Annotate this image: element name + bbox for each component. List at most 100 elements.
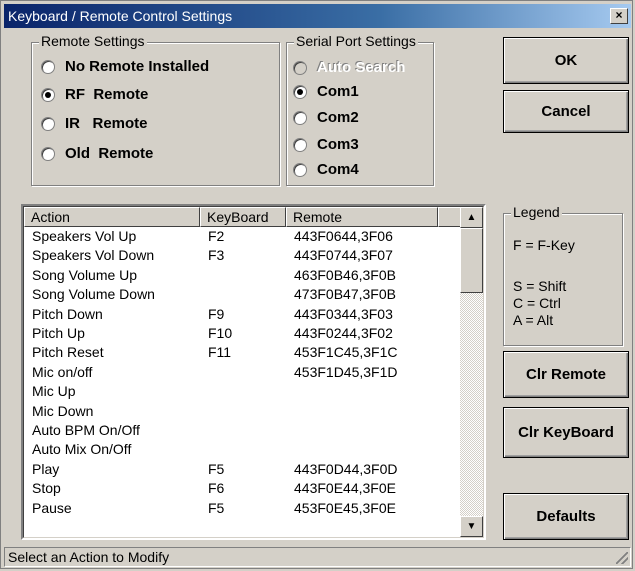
cell-action: Song Volume Up (32, 266, 138, 283)
radio-label: Com4 (317, 161, 359, 178)
ok-button[interactable]: OK (503, 37, 629, 84)
action-list[interactable]: Action KeyBoard Remote Speakers Vol Up F2… (21, 204, 486, 540)
table-row[interactable]: Stop F6 443F0E44,3F0E (24, 479, 462, 498)
radio-com4[interactable]: Com4 (293, 161, 359, 178)
table-row[interactable]: Pitch Down F9 443F0344,3F03 (24, 305, 462, 324)
radio-label: RF Remote (65, 86, 149, 103)
cell-remote: 443F0744,3F07 (294, 247, 393, 264)
radio-label: Auto Search (317, 59, 406, 76)
status-text: Select an Action to Modify (8, 549, 170, 565)
radio-no-remote[interactable]: No Remote Installed (41, 58, 209, 75)
table-row[interactable]: Pause F5 453F0E45,3F0E (24, 499, 462, 518)
legend-shift: S = Shift (513, 278, 567, 294)
table-row[interactable]: Mic Up (24, 382, 462, 401)
radio-circle (41, 59, 55, 74)
cell-action: Speakers Vol Up (32, 228, 137, 244)
table-row[interactable]: Mic on/off 453F1D45,3F1D (24, 363, 462, 382)
legend-alt: A = Alt (513, 312, 554, 328)
cell-remote: 463F0B46,3F0B (294, 266, 396, 283)
cell-remote: 443F0244,3F02 (294, 325, 393, 341)
settings-window: Keyboard / Remote Control Settings × Rem… (0, 0, 633, 569)
cell-remote: 453F0E45,3F0E (294, 499, 396, 516)
cell-action: Pause (32, 499, 72, 516)
legend-ctrl: C = Ctrl (513, 295, 561, 311)
radio-com2[interactable]: Com2 (293, 109, 359, 126)
cell-keyboard: F5 (208, 460, 225, 477)
cell-remote: 443F0344,3F03 (294, 305, 393, 322)
cell-action: Play (32, 460, 60, 477)
table-row[interactable]: Speakers Vol Up F2 443F0644,3F06 (24, 227, 462, 246)
radio-ir-remote[interactable]: IR Remote (41, 115, 148, 132)
cell-keyboard: F5 (208, 499, 225, 516)
cell-remote: 453F1C45,3F1C (294, 344, 398, 361)
scroll-up-button[interactable]: ▲ (460, 207, 483, 228)
radio-com3[interactable]: Com3 (293, 136, 359, 153)
radio-circle (41, 146, 55, 161)
radio-label: Old Remote (65, 145, 154, 162)
table-row[interactable]: Auto BPM On/Off (24, 421, 462, 440)
scroll-down-button[interactable]: ▼ (460, 516, 483, 537)
cell-keyboard: F11 (208, 344, 232, 361)
radio-circle (41, 116, 55, 131)
radio-label: Com3 (317, 136, 359, 153)
table-row[interactable]: Play F5 443F0D44,3F0D (24, 460, 462, 479)
window-title: Keyboard / Remote Control Settings (8, 8, 233, 24)
remote-settings-label: Remote Settings (39, 33, 147, 49)
radio-circle (293, 137, 307, 152)
cell-remote: 473F0B47,3F0B (294, 286, 396, 303)
radio-label: Com2 (317, 109, 359, 126)
cancel-button[interactable]: Cancel (503, 90, 629, 133)
cell-keyboard: F6 (208, 480, 225, 497)
cell-action: Stop (32, 480, 61, 497)
cell-action: Mic Down (32, 402, 94, 419)
close-button[interactable]: × (610, 8, 628, 24)
cell-action: Pitch Down (32, 305, 103, 322)
table-row[interactable]: Pitch Up F10 443F0244,3F02 (24, 324, 462, 343)
table-row[interactable]: Song Volume Up 463F0B46,3F0B (24, 266, 462, 285)
column-header-remote[interactable]: Remote (286, 207, 438, 227)
resize-grip-icon[interactable] (616, 552, 628, 564)
cell-remote: 443F0E44,3F0E (294, 480, 396, 497)
radio-auto-search: Auto Search (293, 59, 405, 76)
cell-remote: 443F0644,3F06 (294, 228, 393, 244)
cell-remote: 453F1D45,3F1D (294, 363, 398, 380)
status-bar: Select an Action to Modify (4, 547, 631, 567)
cell-action: Speakers Vol Down (32, 247, 155, 264)
radio-old-remote[interactable]: Old Remote (41, 145, 153, 162)
table-row[interactable]: Speakers Vol Down F3 443F0744,3F07 (24, 246, 462, 265)
cell-action: Mic Up (32, 383, 76, 400)
table-row[interactable]: Song Volume Down 473F0B47,3F0B (24, 285, 462, 304)
radio-label: No Remote Installed (65, 58, 210, 75)
cell-action: Pitch Reset (32, 344, 104, 361)
legend-label: Legend (511, 204, 562, 220)
radio-label: Com1 (317, 83, 359, 100)
cell-action: Song Volume Down (32, 286, 155, 303)
radio-rf-remote[interactable]: RF Remote (41, 86, 148, 103)
serial-port-label: Serial Port Settings (294, 33, 418, 49)
defaults-button[interactable]: Defaults (503, 493, 629, 540)
radio-circle (293, 110, 307, 125)
scroll-thumb[interactable] (460, 228, 483, 293)
vertical-scrollbar[interactable]: ▲ ▼ (460, 207, 483, 537)
cell-keyboard: F2 (208, 228, 225, 244)
clr-keyboard-button[interactable]: Clr KeyBoard (503, 407, 629, 458)
column-header-keyboard[interactable]: KeyBoard (200, 207, 286, 227)
radio-circle (293, 162, 307, 177)
cell-action: Auto BPM On/Off (32, 422, 140, 438)
cell-action: Auto Mix On/Off (32, 441, 132, 458)
radio-com1[interactable]: Com1 (293, 83, 359, 100)
title-bar[interactable]: Keyboard / Remote Control Settings × (4, 4, 631, 28)
radio-label: IR Remote (65, 115, 148, 132)
table-row[interactable]: Auto Mix On/Off (24, 440, 462, 459)
table-row[interactable]: Mic Down (24, 402, 462, 421)
radio-circle (41, 87, 55, 102)
legend-fkey: F = F-Key (513, 237, 575, 253)
column-header-filler (438, 207, 462, 227)
cell-action: Mic on/off (32, 363, 93, 380)
column-header-action[interactable]: Action (24, 207, 200, 227)
table-row[interactable]: Pitch Reset F11 453F1C45,3F1C (24, 343, 462, 362)
cell-keyboard: F3 (208, 247, 225, 264)
radio-circle (293, 84, 307, 99)
clr-remote-button[interactable]: Clr Remote (503, 351, 629, 398)
radio-circle (293, 60, 307, 75)
